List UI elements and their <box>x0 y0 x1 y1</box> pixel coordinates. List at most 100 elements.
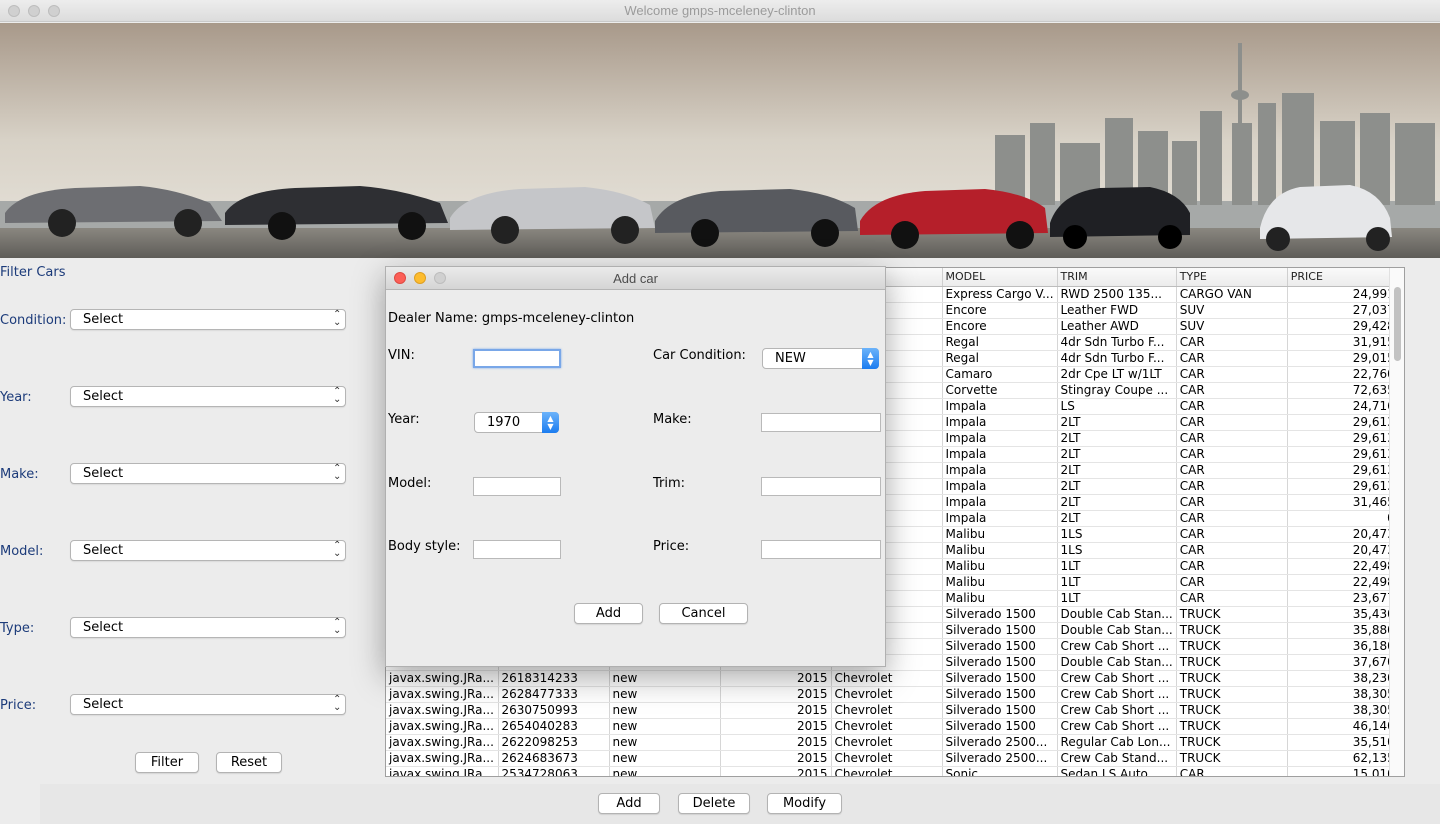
table-row[interactable]: javax.swing.JRa... 2622098253 new 2015 Chevr… <box>386 734 1399 751</box>
table-cell: 2622098253 <box>498 734 610 751</box>
table-cell: Camaro <box>942 366 1058 383</box>
year-select[interactable]: Select ⌃ ⌄ <box>70 386 346 407</box>
table-cell: 2015 <box>720 686 832 703</box>
window-title: Welcome gmps-mceleney-clinton <box>624 3 816 18</box>
model-select[interactable]: Select ⌃ ⌄ <box>70 540 346 561</box>
column-header[interactable]: MODEL <box>942 268 1058 287</box>
table-cell: javax.swing.JRa... <box>386 750 499 767</box>
table-cell: 37,670 <box>1287 654 1399 671</box>
table-cell: Impala <box>942 430 1058 447</box>
updown-arrows-icon: ▲ ▼ <box>862 348 879 369</box>
table-cell: javax.swing.JRa... <box>386 686 499 703</box>
table-cell: Chevrolet <box>831 718 943 735</box>
condition-select[interactable]: Select ⌃ ⌄ <box>70 309 346 330</box>
scrollbar-thumb[interactable] <box>1394 287 1401 361</box>
table-cell: Silverado 1500 <box>942 638 1058 655</box>
table-cell: 1LT <box>1057 590 1177 607</box>
table-cell: 2015 <box>720 718 832 735</box>
table-cell: 22,498 <box>1287 558 1399 575</box>
year-label-dialog: Year: <box>388 412 420 427</box>
table-cell: 15,010 <box>1287 766 1399 776</box>
dialog-cancel-button[interactable]: Cancel <box>659 603 748 624</box>
body-style-input[interactable] <box>473 540 561 559</box>
table-cell: Silverado 1500 <box>942 670 1058 687</box>
table-row[interactable]: javax.swing.JRa... 2534728063 new 2015 Chevr… <box>386 766 1399 776</box>
table-cell: 35,430 <box>1287 606 1399 623</box>
table-cell: TRUCK <box>1176 638 1288 655</box>
table-row[interactable]: javax.swing.JRa... 2628477333 new 2015 Chevr… <box>386 686 1399 703</box>
make-label: Make: <box>0 467 39 482</box>
table-cell: javax.swing.JRa... <box>386 670 499 687</box>
table-cell: 2LT <box>1057 462 1177 479</box>
table-cell: Silverado 2500... <box>942 734 1058 751</box>
table-cell: Silverado 1500 <box>942 702 1058 719</box>
column-header[interactable]: TYPE <box>1176 268 1288 287</box>
table-cell: CAR <box>1176 334 1288 351</box>
make-select[interactable]: Select ⌃ ⌄ <box>70 463 346 484</box>
table-cell: 2LT <box>1057 414 1177 431</box>
model-input[interactable] <box>473 477 561 496</box>
table-row[interactable]: javax.swing.JRa... 2630750993 new 2015 Chevr… <box>386 702 1399 719</box>
updown-arrows-icon: ⌃ ⌄ <box>333 309 342 328</box>
table-cell: Express Cargo V... <box>942 286 1058 303</box>
table-cell: 29,613 <box>1287 414 1399 431</box>
dialog-add-button[interactable]: Add <box>574 603 643 624</box>
table-cell: TRUCK <box>1176 734 1288 751</box>
table-cell: 36,180 <box>1287 638 1399 655</box>
table-cell: Malibu <box>942 558 1058 575</box>
delete-button[interactable]: Delete <box>678 793 750 814</box>
table-cell: CAR <box>1176 462 1288 479</box>
table-cell: Malibu <box>942 590 1058 607</box>
column-header[interactable]: PRICE <box>1287 268 1399 287</box>
add-button[interactable]: Add <box>598 793 660 814</box>
table-cell: Chevrolet <box>831 750 943 767</box>
table-cell: Encore <box>942 302 1058 319</box>
table-cell: Impala <box>942 494 1058 511</box>
table-cell: CAR <box>1176 414 1288 431</box>
table-cell: 62,135 <box>1287 750 1399 767</box>
table-cell: Impala <box>942 510 1058 527</box>
table-cell: CAR <box>1176 430 1288 447</box>
price-label: Price: <box>0 698 37 713</box>
vin-input[interactable] <box>473 349 561 368</box>
make-input[interactable] <box>761 413 881 432</box>
price-select[interactable]: Select ⌃ ⌄ <box>70 694 346 715</box>
car-condition-select[interactable]: NEW ▲ ▼ <box>762 348 879 369</box>
table-cell: 23,677 <box>1287 590 1399 607</box>
table-cell: new <box>609 766 721 776</box>
table-row[interactable]: javax.swing.JRa... 2618314233 new 2015 Chevr… <box>386 670 1399 687</box>
trim-input[interactable] <box>761 477 881 496</box>
filter-cars-title: Filter Cars <box>0 265 66 280</box>
table-cell: Chevrolet <box>831 670 943 687</box>
table-cell: Chevrolet <box>831 766 943 776</box>
table-cell: 31,465 <box>1287 494 1399 511</box>
table-cell: TRUCK <box>1176 686 1288 703</box>
reset-button[interactable]: Reset <box>216 752 282 773</box>
table-cell: Sedan LS Auto <box>1057 766 1177 776</box>
year-select-dialog[interactable]: 1970 ▲ ▼ <box>474 412 559 433</box>
column-header[interactable]: TRIM <box>1057 268 1177 287</box>
table-cell: Chevrolet <box>831 686 943 703</box>
modify-button[interactable]: Modify <box>767 793 842 814</box>
table-row[interactable]: javax.swing.JRa... 2654040283 new 2015 Chevr… <box>386 718 1399 735</box>
banner-image <box>0 23 1440 258</box>
dealer-name: Dealer Name: gmps-mceleney-clinton <box>388 311 635 326</box>
price-input[interactable] <box>761 540 881 559</box>
type-label: Type: <box>0 621 35 636</box>
table-cell: CAR <box>1176 510 1288 527</box>
table-cell: Malibu <box>942 542 1058 559</box>
table-cell: 22,498 <box>1287 574 1399 591</box>
table-cell: SUV <box>1176 302 1288 319</box>
filter-button[interactable]: Filter <box>135 752 199 773</box>
table-scrollbar[interactable] <box>1389 268 1404 776</box>
type-select[interactable]: Select ⌃ ⌄ <box>70 617 346 638</box>
table-cell: 2015 <box>720 750 832 767</box>
table-cell: 22,760 <box>1287 366 1399 383</box>
table-cell: Silverado 1500 <box>942 718 1058 735</box>
updown-arrows-icon: ⌃ ⌄ <box>333 617 342 636</box>
table-cell: 20,473 <box>1287 526 1399 543</box>
table-row[interactable]: javax.swing.JRa... 2624683673 new 2015 Chevr… <box>386 750 1399 767</box>
table-cell: TRUCK <box>1176 670 1288 687</box>
table-cell: 29,428 <box>1287 318 1399 335</box>
table-cell: CARGO VAN <box>1176 286 1288 303</box>
